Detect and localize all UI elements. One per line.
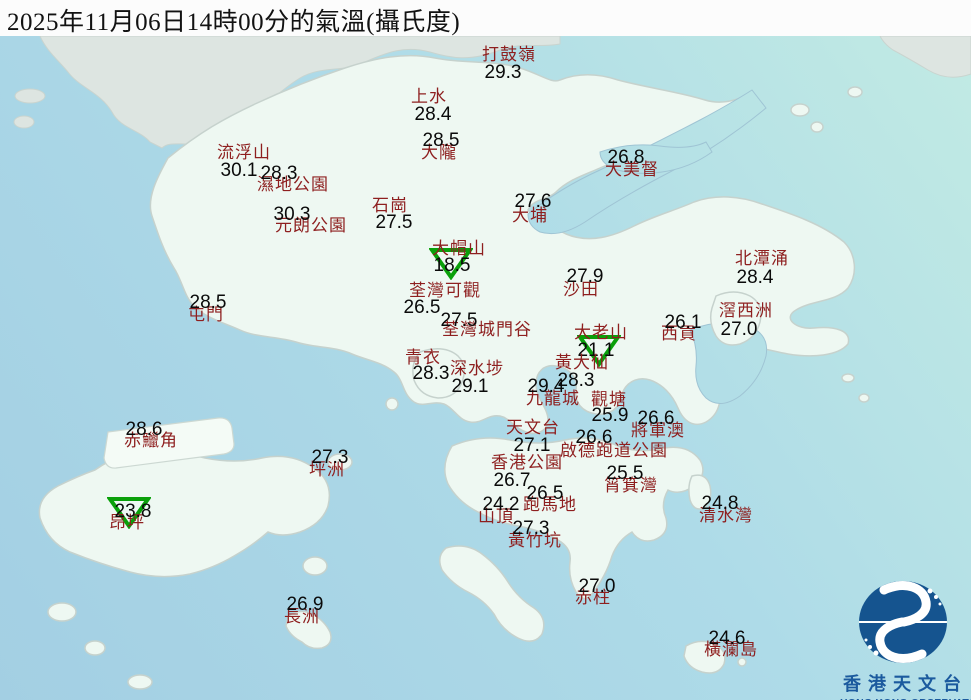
station-temperature: 28.5 — [423, 131, 460, 150]
station-temperature: 18.5 — [434, 256, 471, 275]
station-temperature: 23.8 — [115, 502, 152, 521]
island-mirs-bay-3 — [848, 87, 862, 97]
island-ninepin-2 — [859, 394, 869, 402]
station-temperature: 29.1 — [452, 377, 489, 396]
station-temperature: 27.3 — [513, 519, 550, 538]
station-temperature: 25.5 — [607, 464, 644, 483]
station-temperature: 28.3 — [261, 164, 298, 183]
station-temperature: 27.0 — [579, 577, 616, 596]
station-temperature: 27.0 — [721, 320, 758, 339]
hko-regional-temperature-map: 2025年11月06日14時00分的氣溫(攝氏度) 打鼓嶺29.3上水28.4大… — [0, 0, 971, 700]
station-temperature: 26.6 — [576, 428, 613, 447]
island-soko-2 — [85, 641, 105, 655]
hko-logo-icon — [840, 578, 971, 664]
hko-logo: 香港天文台 HONG KONG OBSERVATORY — [840, 578, 971, 700]
station-name: 北潭涌 — [735, 250, 789, 269]
island-hei-ling-chau — [303, 557, 327, 575]
station-temperature: 28.5 — [190, 293, 227, 312]
station-temperature: 24.2 — [483, 495, 520, 514]
island-deep-bay-1 — [15, 89, 45, 103]
station-temperature: 24.6 — [709, 629, 746, 648]
station-temperature: 24.8 — [702, 494, 739, 513]
island-mirs-bay-2 — [811, 122, 823, 132]
station-temperature: 30.1 — [221, 161, 258, 180]
island-ninepin-1 — [842, 374, 854, 382]
title-bar: 2025年11月06日14時00分的氣溫(攝氏度) — [0, 0, 971, 36]
station-temperature: 29.4 — [528, 377, 565, 396]
hong-kong-map — [0, 0, 971, 700]
station-temperature: 27.5 — [376, 213, 413, 232]
island-ma-wan — [386, 398, 398, 410]
station-temperature: 27.9 — [567, 267, 604, 286]
station-temperature: 28.4 — [737, 268, 774, 287]
island-soko-3 — [128, 675, 152, 689]
station-temperature: 26.1 — [665, 313, 702, 332]
station-temperature: 25.9 — [592, 406, 629, 425]
station-temperature: 29.3 — [485, 63, 522, 82]
map-title: 2025年11月06日14時00分的氣溫(攝氏度) — [7, 9, 460, 36]
island-deep-bay-2 — [14, 116, 34, 128]
island-soko-1 — [48, 603, 76, 621]
station-temperature: 26.9 — [287, 595, 324, 614]
station-temperature: 26.5 — [527, 484, 564, 503]
station-temperature: 27.6 — [515, 192, 552, 211]
station-temperature: 28.6 — [126, 420, 163, 439]
station-temperature: 26.8 — [608, 148, 645, 167]
station-name: 滘西洲 — [719, 302, 773, 321]
station-temperature: 27.5 — [441, 311, 478, 330]
island-mirs-bay-1 — [791, 104, 809, 116]
hko-logo-chinese: 香港天文台 — [840, 670, 971, 696]
station-temperature: 30.3 — [274, 205, 311, 224]
station-temperature: 28.4 — [415, 105, 452, 124]
station-temperature: 26.6 — [638, 409, 675, 428]
station-temperature: 28.3 — [413, 364, 450, 383]
station-temperature: 27.3 — [312, 448, 349, 467]
station-temperature: 26.7 — [494, 471, 531, 490]
station-temperature: 26.5 — [404, 298, 441, 317]
